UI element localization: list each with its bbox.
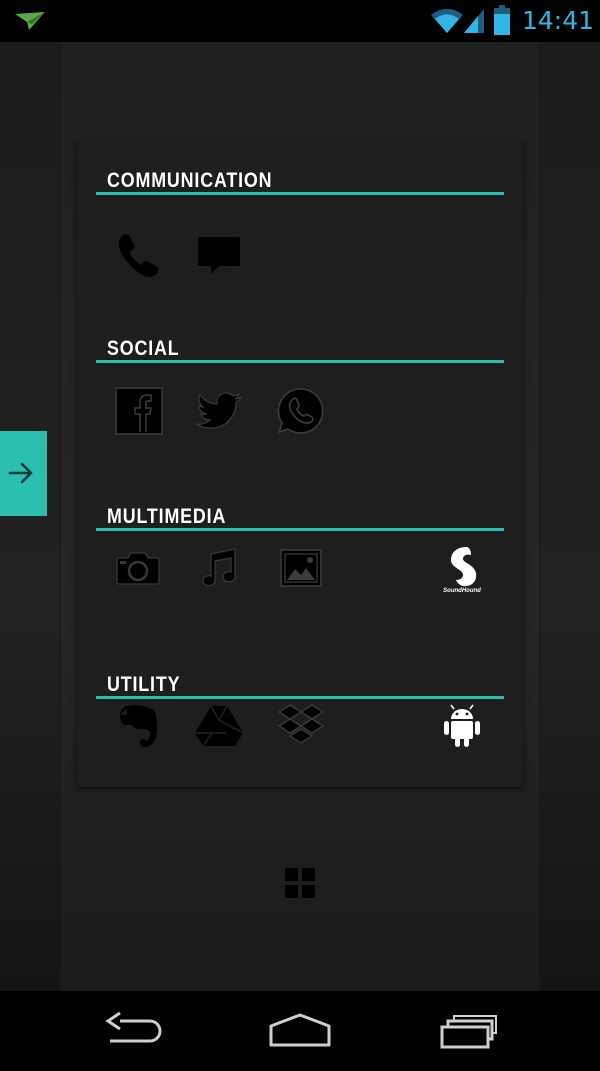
wifi-icon [430, 6, 464, 34]
google-drive-icon [195, 705, 244, 747]
all-apps-button[interactable] [284, 867, 316, 899]
section-divider [96, 360, 504, 363]
music-icon [202, 548, 236, 587]
google-drive-app[interactable] [193, 700, 245, 752]
recent-apps-icon [440, 1015, 497, 1049]
arrow-right-icon [8, 462, 33, 484]
whatsapp-app[interactable] [275, 385, 327, 437]
soundhound-icon: SoundHound [443, 547, 481, 594]
section-divider [96, 192, 504, 195]
signal-strength-icon [462, 6, 486, 34]
back-button[interactable] [100, 1009, 166, 1053]
android-app[interactable] [436, 700, 488, 752]
message-icon [198, 237, 240, 274]
facebook-icon [115, 387, 163, 435]
drawer-toggle-tab[interactable] [0, 431, 47, 516]
status-clock: 14:41 [522, 6, 595, 35]
phone-app[interactable] [112, 228, 164, 280]
section-divider [96, 528, 504, 531]
camera-app[interactable] [112, 542, 164, 594]
navigation-bar [0, 991, 600, 1071]
music-app[interactable] [193, 542, 245, 594]
messaging-app[interactable] [193, 228, 245, 280]
twitter-app[interactable] [193, 385, 245, 437]
whatsapp-icon [277, 388, 324, 434]
phone-icon [119, 234, 159, 278]
home-button[interactable] [265, 1009, 335, 1053]
grid-icon [285, 868, 315, 898]
paper-plane-notification-icon [14, 10, 46, 32]
android-icon [444, 704, 480, 747]
battery-icon [494, 5, 510, 35]
recent-apps-button[interactable] [434, 1009, 500, 1053]
app-folder-widget: COMMUNICATION SOCIAL MULTIMEDIA SoundHou… [77, 140, 523, 787]
soundhound-label: SoundHound [443, 588, 481, 594]
back-arrow-icon [105, 1011, 162, 1043]
gallery-icon [280, 549, 322, 587]
status-bar[interactable]: 14:41 [0, 0, 600, 42]
camera-icon [116, 552, 160, 585]
dropbox-app[interactable] [275, 700, 327, 752]
twitter-icon [195, 392, 243, 429]
evernote-icon [120, 705, 157, 748]
gallery-app[interactable] [275, 542, 327, 594]
evernote-app[interactable] [112, 700, 164, 752]
facebook-app[interactable] [112, 385, 164, 437]
soundhound-app[interactable]: SoundHound [436, 542, 488, 594]
home-icon [269, 1013, 331, 1047]
dropbox-icon [277, 704, 325, 744]
section-divider [96, 696, 504, 699]
